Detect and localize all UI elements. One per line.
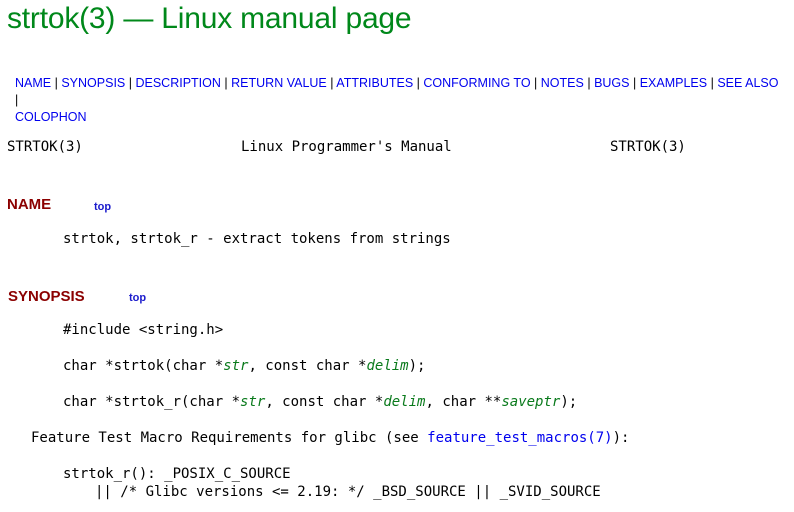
- nav-separator: |: [224, 76, 228, 90]
- feature-test-line: Feature Test Macro Requirements for glib…: [31, 430, 630, 446]
- nav-link-bugs[interactable]: BUGS: [594, 76, 629, 90]
- requirement-line-1: strtok_r(): _POSIX_C_SOURCE: [63, 466, 291, 482]
- arg-delim: delim: [383, 394, 426, 410]
- nav-link-examples[interactable]: EXAMPLES: [640, 76, 707, 90]
- nav-link-see-also[interactable]: SEE ALSO: [717, 76, 778, 90]
- nav-link-return-value[interactable]: RETURN VALUE: [231, 76, 327, 90]
- top-link[interactable]: top: [129, 292, 146, 304]
- nav-separator: |: [534, 76, 538, 90]
- page-title: strtok(3) — Linux manual page: [7, 2, 412, 35]
- nav-separator: |: [54, 76, 58, 90]
- nav-link-name[interactable]: NAME: [15, 76, 51, 90]
- include-line: #include <string.h>: [63, 322, 224, 338]
- strtok-r-prototype: char *strtok_r(char *str, const char *de…: [63, 394, 578, 410]
- header-left: STRTOK(3): [7, 139, 83, 155]
- header-right: STRTOK(3): [610, 139, 686, 155]
- nav-separator: |: [330, 76, 334, 90]
- nav-separator: |: [15, 93, 19, 107]
- nav-link-notes[interactable]: NOTES: [541, 76, 584, 90]
- nav-link-conforming-to[interactable]: CONFORMING TO: [423, 76, 530, 90]
- header-center: Linux Programmer's Manual: [241, 139, 452, 155]
- nav-separator: |: [710, 76, 714, 90]
- arg-str: str: [223, 358, 249, 374]
- requirement-line-2: || /* Glibc versions <= 2.19: */ _BSD_SO…: [95, 484, 601, 500]
- arg-saveptr: saveptr: [501, 394, 561, 410]
- nav-separator: |: [587, 76, 591, 90]
- nav-separator: |: [632, 76, 637, 90]
- section-heading-name: NAME: [7, 196, 52, 213]
- section-heading-synopsis: SYNOPSIS: [8, 288, 85, 305]
- feature-test-macros-link[interactable]: feature_test_macros(7): [427, 430, 612, 446]
- nav-link-colophon[interactable]: COLOPHON: [15, 110, 87, 124]
- nav-link-synopsis[interactable]: SYNOPSIS: [61, 76, 125, 90]
- strtok-prototype: char *strtok(char *str, const char *deli…: [63, 358, 426, 374]
- name-description: strtok, strtok_r - extract tokens from s…: [63, 231, 451, 247]
- section-nav: NAME | SYNOPSIS | DESCRIPTION | RETURN V…: [15, 75, 785, 126]
- nav-link-attributes[interactable]: ATTRIBUTES: [336, 76, 413, 90]
- nav-link-description[interactable]: DESCRIPTION: [135, 76, 220, 90]
- arg-delim: delim: [366, 358, 409, 374]
- nav-separator: |: [128, 76, 132, 90]
- arg-str: str: [240, 394, 266, 410]
- nav-separator: |: [416, 76, 420, 90]
- top-link[interactable]: top: [94, 201, 111, 213]
